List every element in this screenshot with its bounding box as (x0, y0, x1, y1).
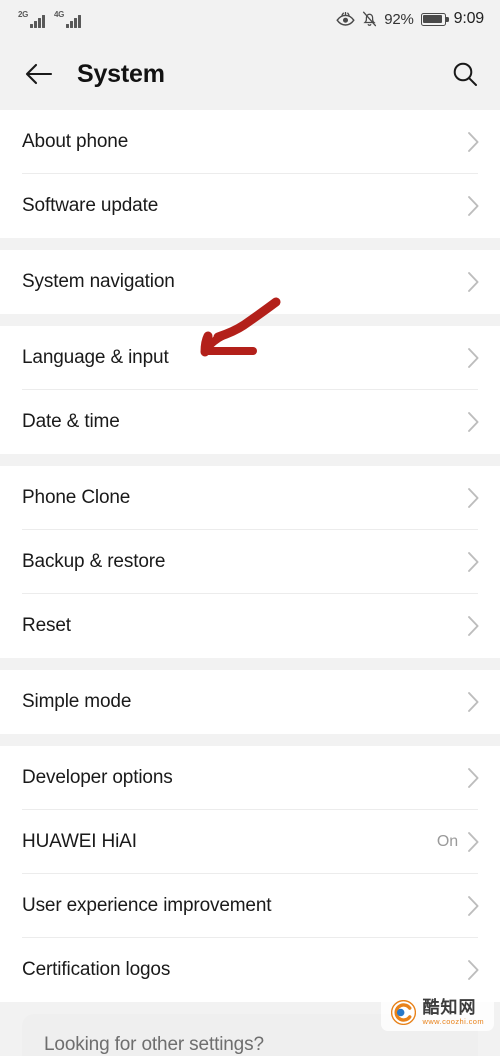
sim2-signal: 4G (53, 9, 81, 28)
settings-row-huawei-hiai[interactable]: HUAWEI HiAI On (0, 810, 500, 874)
sim1-signal: 2G (18, 9, 45, 28)
settings-row-label: System navigation (22, 271, 175, 292)
settings-row-system-navigation[interactable]: System navigation (0, 250, 500, 314)
chevron-right-icon (467, 347, 480, 369)
group-separator (0, 314, 500, 326)
signal-bars-icon (66, 14, 81, 28)
status-bar-left: 2G 4G (18, 9, 81, 28)
bell-muted-icon (362, 11, 377, 27)
settings-row-phone-clone[interactable]: Phone Clone (0, 466, 500, 530)
phone-screen: 2G 4G 92% 9:09 System About phone Softwa… (0, 0, 500, 1056)
settings-row-label: Backup & restore (22, 551, 166, 572)
settings-row-label: About phone (22, 131, 129, 152)
app-header: System (0, 38, 500, 110)
settings-group: Simple mode (0, 670, 500, 734)
settings-row-date-time[interactable]: Date & time (0, 390, 500, 454)
settings-list: About phone Software update System navigat… (0, 110, 500, 1002)
watermark: 酷知网 www.coozhi.com (380, 994, 494, 1031)
chevron-right-icon (467, 767, 480, 789)
watermark-name: 酷知网 (422, 998, 477, 1017)
search-icon (453, 62, 477, 86)
settings-row-value: On (436, 833, 458, 850)
settings-group: Developer options HUAWEI HiAI On User exper… (0, 746, 500, 1002)
settings-row-certification-logos[interactable]: Certification logos (0, 938, 500, 1002)
group-separator (0, 238, 500, 250)
back-arrow-icon (25, 63, 53, 85)
chevron-right-icon (467, 895, 480, 917)
settings-group: Language & input Date & time (0, 326, 500, 454)
chevron-right-icon (467, 487, 480, 509)
search-button[interactable] (448, 57, 482, 91)
chevron-right-icon (467, 411, 480, 433)
settings-row-label: Language & input (22, 347, 169, 368)
settings-row-label: Developer options (22, 767, 173, 788)
settings-row-label: Software update (22, 195, 159, 216)
settings-row-about-phone[interactable]: About phone (0, 110, 500, 174)
group-separator (0, 658, 500, 670)
settings-row-reset[interactable]: Reset (0, 594, 500, 658)
settings-group: System navigation (0, 250, 500, 314)
battery-percent-label: 92% (384, 10, 414, 28)
watermark-text: 酷知网 www.coozhi.com (423, 999, 484, 1026)
status-bar-right: 92% 9:09 (336, 10, 484, 28)
battery-icon (420, 12, 449, 26)
settings-row-label: HUAWEI HiAI (22, 831, 137, 852)
chevron-right-icon (467, 131, 480, 153)
settings-row-language-input[interactable]: Language & input (0, 326, 500, 390)
group-separator (0, 734, 500, 746)
settings-row-user-experience-improvement[interactable]: User experience improvement (0, 874, 500, 938)
chevron-right-icon (467, 271, 480, 293)
settings-row-label: Reset (22, 615, 71, 636)
coozhi-logo-icon (390, 999, 416, 1025)
chevron-right-icon (467, 959, 480, 981)
chevron-right-icon (467, 195, 480, 217)
settings-row-simple-mode[interactable]: Simple mode (0, 670, 500, 734)
settings-row-label: Phone Clone (22, 487, 131, 508)
chevron-right-icon (467, 551, 480, 573)
clock-label: 9:09 (453, 10, 485, 27)
chevron-right-icon (467, 615, 480, 637)
settings-row-label: Simple mode (22, 691, 132, 712)
settings-row-software-update[interactable]: Software update (0, 174, 500, 238)
eye-comfort-icon (336, 11, 355, 27)
status-bar: 2G 4G 92% 9:09 (0, 0, 500, 38)
other-settings-label: Looking for other settings? (44, 1034, 264, 1055)
chevron-right-icon (467, 691, 480, 713)
back-button[interactable] (22, 57, 56, 91)
settings-row-label: User experience improvement (22, 895, 272, 916)
sim2-network-label: 4G (53, 9, 65, 19)
signal-bars-icon (30, 14, 45, 28)
watermark-url: www.coozhi.com (422, 1017, 484, 1026)
settings-row-label: Date & time (22, 411, 120, 432)
settings-row-backup-restore[interactable]: Backup & restore (0, 530, 500, 594)
sim1-network-label: 2G (18, 9, 29, 19)
settings-group: Phone Clone Backup & restore Reset (0, 466, 500, 658)
page-title: System (77, 59, 165, 88)
settings-group: About phone Software update (0, 110, 500, 238)
settings-row-developer-options[interactable]: Developer options (0, 746, 500, 810)
chevron-right-icon (467, 831, 480, 853)
group-separator (0, 454, 500, 466)
settings-row-label: Certification logos (22, 959, 171, 980)
